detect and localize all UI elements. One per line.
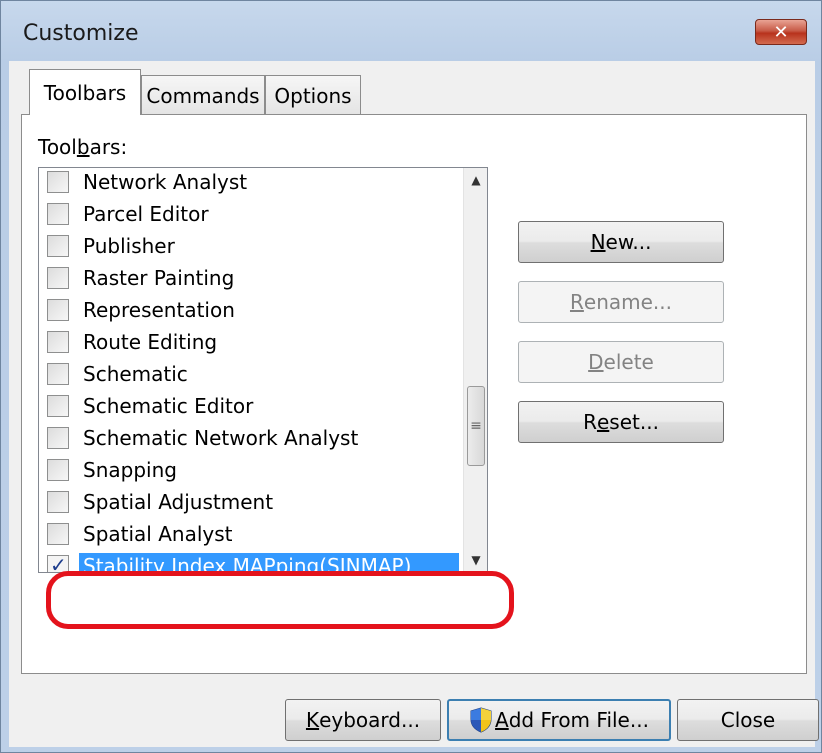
toolbar-item-label: Schematic <box>83 362 188 386</box>
toolbar-list-item[interactable]: Stability Index MAPping(SINMAP) <box>39 550 463 572</box>
customize-dialog: Customize ✕ Toolbars Commands Options To… <box>0 0 822 753</box>
toolbar-list-item[interactable]: Publisher <box>39 230 463 262</box>
toolbar-item-label: Representation <box>83 298 235 322</box>
toolbar-list-item[interactable]: Route Editing <box>39 326 463 358</box>
add-from-file-button[interactable]: Add From File... <box>447 699 671 741</box>
toolbars-list-label: Toolbars: <box>38 135 127 159</box>
tab-commands[interactable]: Commands <box>141 75 265 115</box>
annotation-highlight-ring <box>46 571 514 629</box>
toolbar-list-item[interactable]: Parcel Editor <box>39 198 463 230</box>
toolbar-item-label: Schematic Network Analyst <box>83 426 359 450</box>
toolbar-list-item[interactable]: Schematic Network Analyst <box>39 422 463 454</box>
toolbar-checkbox[interactable] <box>47 459 69 481</box>
toolbar-checkbox[interactable] <box>47 299 69 321</box>
close-icon[interactable]: ✕ <box>755 19 807 45</box>
toolbar-item-label: Route Editing <box>83 330 218 354</box>
toolbar-checkbox[interactable] <box>47 523 69 545</box>
toolbar-item-label: Stability Index MAPping(SINMAP) <box>79 553 459 572</box>
reset-button[interactable]: Re set... <box>518 401 724 443</box>
button-label: dd From File... <box>508 708 649 732</box>
toolbar-list-item[interactable]: Snapping <box>39 454 463 486</box>
tab-toolbars[interactable]: Toolbars <box>29 69 141 115</box>
button-label: R <box>583 410 597 434</box>
mnemonic: K <box>305 708 320 732</box>
button-label: eyboard... <box>319 708 421 732</box>
rename-button[interactable]: Rename... <box>518 281 724 323</box>
mnemonic: N <box>590 230 606 254</box>
toolbar-checkbox[interactable] <box>47 491 69 513</box>
toolbar-checkbox[interactable] <box>47 427 69 449</box>
scroll-thumb[interactable]: ≡ <box>467 386 485 466</box>
toolbar-checkbox[interactable] <box>47 267 69 289</box>
toolbar-list-item[interactable]: Schematic <box>39 358 463 390</box>
toolbar-item-label: Spatial Analyst <box>83 522 233 546</box>
toolbar-checkbox[interactable] <box>47 171 69 193</box>
toolbar-list-item[interactable]: Spatial Analyst <box>39 518 463 550</box>
mnemonic: R <box>569 290 584 314</box>
new-button[interactable]: New... <box>518 221 724 263</box>
mnemonic: e <box>596 410 610 434</box>
toolbar-item-label: Publisher <box>83 234 175 258</box>
toolbar-list-item[interactable]: Schematic Editor <box>39 390 463 422</box>
toolbar-item-label: Schematic Editor <box>83 394 254 418</box>
dialog-client-area: Toolbars Commands Options Toolbars: Netw… <box>9 61 819 747</box>
mnemonic: A <box>495 708 509 732</box>
button-label: ew... <box>605 230 652 254</box>
toolbar-item-label: Raster Painting <box>83 266 235 290</box>
toolbar-checkbox[interactable] <box>47 331 69 353</box>
toolbar-item-label: Network Analyst <box>83 170 248 194</box>
toolbar-item-label: Snapping <box>83 458 177 482</box>
label-mnemonic: b <box>76 135 90 159</box>
toolbar-list-item[interactable]: Representation <box>39 294 463 326</box>
button-label: set... <box>609 410 659 434</box>
toolbars-listbox[interactable]: Network Analyst Parcel Editor Publisher Ras… <box>38 167 488 573</box>
window-title: Customize <box>23 21 139 46</box>
toolbar-checkbox[interactable] <box>47 363 69 385</box>
toolbar-list-item[interactable]: Raster Painting <box>39 262 463 294</box>
scroll-down-arrow-icon[interactable]: ▼ <box>464 548 487 572</box>
toolbar-list-item[interactable]: Network Analyst <box>39 168 463 198</box>
button-label: elete <box>603 350 654 374</box>
uac-shield-icon <box>470 707 492 733</box>
tab-options[interactable]: Options <box>265 75 361 115</box>
mnemonic: D <box>588 350 604 374</box>
button-label: ename... <box>583 290 672 314</box>
toolbar-checkbox[interactable] <box>47 203 69 225</box>
title-bar[interactable]: Customize ✕ <box>1 1 821 61</box>
toolbar-checkbox[interactable] <box>47 235 69 257</box>
scroll-up-arrow-icon[interactable]: ▲ <box>464 168 487 192</box>
delete-button[interactable]: Delete <box>518 341 724 383</box>
toolbar-checkbox[interactable] <box>47 395 69 417</box>
toolbar-checkbox[interactable] <box>47 553 69 572</box>
toolbar-item-label: Spatial Adjustment <box>83 490 274 514</box>
toolbar-item-label: Parcel Editor <box>83 202 209 226</box>
toolbar-list-item[interactable]: Spatial Adjustment <box>39 486 463 518</box>
list-scrollbar[interactable]: ▲ ≡ ▼ <box>463 168 487 572</box>
label-part: ars: <box>89 135 128 159</box>
label-part: Tool <box>38 135 77 159</box>
keyboard-button[interactable]: Keyboard... <box>285 699 441 741</box>
close-button[interactable]: Close <box>677 699 819 741</box>
toolbars-tab-panel: Toolbars: Network Analyst Parcel Editor Pu… <box>21 114 807 674</box>
